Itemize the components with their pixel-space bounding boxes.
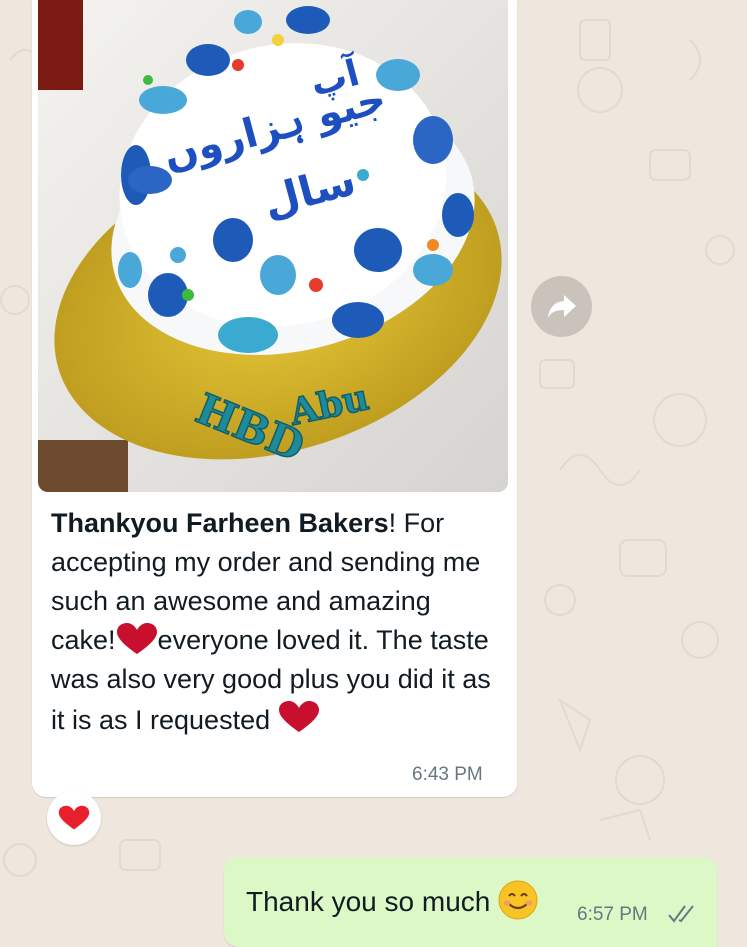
outgoing-text: Thank you so much bbox=[246, 886, 491, 917]
read-receipt-ticks-icon bbox=[668, 905, 694, 923]
red-heart-icon bbox=[278, 701, 319, 732]
message-reaction[interactable] bbox=[47, 791, 101, 845]
forward-arrow-icon bbox=[547, 294, 576, 318]
smiling-face-icon bbox=[498, 880, 538, 920]
cake-photo[interactable]: آپ جیو ہزاروں سال HBD Abu bbox=[38, 0, 508, 492]
outgoing-timestamp: 6:57 PM bbox=[577, 904, 648, 925]
incoming-message-text: Thankyou Farheen Bakers! For accepting m… bbox=[51, 504, 491, 740]
message-bold-name: Thankyou Farheen Bakers bbox=[51, 508, 389, 538]
outgoing-message-text: Thank you so much bbox=[246, 880, 538, 920]
red-heart-icon bbox=[58, 805, 90, 830]
forward-button[interactable] bbox=[531, 276, 592, 337]
incoming-timestamp: 6:43 PM bbox=[412, 764, 483, 785]
red-heart-icon bbox=[116, 623, 157, 654]
